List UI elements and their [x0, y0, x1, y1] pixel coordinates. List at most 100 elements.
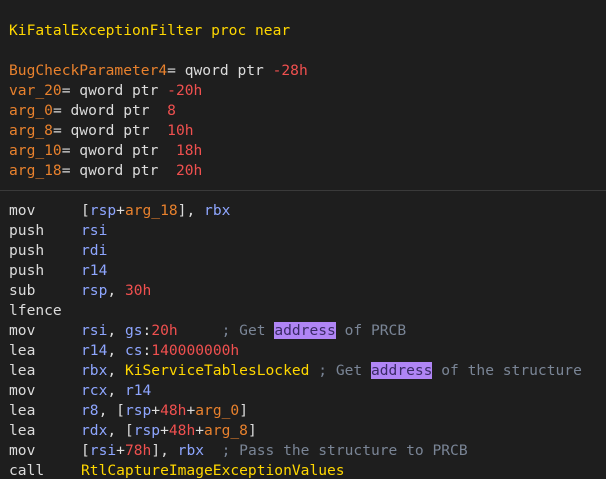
- operand-text: [: [81, 442, 90, 459]
- operand-text: ],: [177, 202, 205, 219]
- proc-header[interactable]: KiFatalExceptionFilter proc near: [9, 21, 290, 41]
- register[interactable]: rbx: [178, 442, 204, 459]
- instruction-line[interactable]: lea r8, [rsp+48h+arg_0]: [9, 401, 248, 421]
- mnemonic: mov: [9, 442, 36, 459]
- disassembly-view: KiFatalExceptionFilter proc near BugChec…: [0, 0, 606, 479]
- operand-text: +: [186, 402, 196, 419]
- variable-offset: 20h: [175, 162, 203, 179]
- variable-offset: -28h: [272, 62, 308, 79]
- register[interactable]: cs: [125, 342, 143, 359]
- variable-name[interactable]: BugCheckParameter4: [9, 62, 167, 79]
- register[interactable]: r14: [81, 342, 107, 359]
- instruction-line[interactable]: push rsi: [9, 221, 107, 241]
- register[interactable]: rsi: [90, 442, 116, 459]
- instruction-line[interactable]: lea r14, cs:140000000h: [9, 341, 239, 361]
- operand-text: ,: [107, 322, 125, 339]
- instruction-line[interactable]: lea rbx, KiServiceTablesLocked ; Get addr…: [9, 361, 582, 381]
- operand-text: ,: [107, 382, 125, 399]
- instruction-line[interactable]: push r14: [9, 261, 107, 281]
- variable-ref[interactable]: arg_18: [125, 202, 178, 219]
- instruction-line[interactable]: sub rsp, 30h: [9, 281, 151, 301]
- number-literal[interactable]: 48h: [160, 402, 186, 419]
- operand-text: :: [142, 342, 152, 359]
- register[interactable]: rbx: [204, 202, 230, 219]
- equals-sign: =: [52, 122, 71, 139]
- register[interactable]: rdi: [81, 242, 107, 259]
- register[interactable]: r14: [125, 382, 151, 399]
- search-highlight: address: [370, 362, 433, 379]
- operand-text: ],: [151, 442, 178, 459]
- operand-text: +: [195, 422, 205, 439]
- operand-text: [204, 442, 222, 459]
- variable-type: qword ptr: [79, 162, 176, 179]
- variable-name[interactable]: arg_0: [9, 102, 53, 119]
- instruction-line[interactable]: mov rcx, r14: [9, 381, 151, 401]
- number-literal[interactable]: 30h: [125, 282, 151, 299]
- number-literal[interactable]: 48h: [169, 422, 195, 439]
- mnemonic: mov: [9, 202, 36, 219]
- operand-text: ,: [107, 282, 125, 299]
- operand-text: , [: [98, 402, 125, 419]
- stack-variable-line: BugCheckParameter4= qword ptr -28h: [9, 61, 308, 81]
- operand-text: ,: [107, 342, 125, 359]
- register[interactable]: rsp: [81, 282, 107, 299]
- equals-sign: =: [167, 62, 185, 79]
- comment: of the structure: [432, 362, 582, 379]
- instruction-line[interactable]: mov rsi, gs:20h ; Get address of PRCB: [9, 321, 406, 341]
- variable-name[interactable]: arg_10: [9, 142, 62, 159]
- register[interactable]: rbx: [81, 362, 107, 379]
- equals-sign: =: [61, 162, 80, 179]
- variable-type: dword ptr: [70, 102, 168, 119]
- variable-type: qword ptr: [184, 62, 273, 79]
- instruction-line[interactable]: mov [rsp+arg_18], rbx: [9, 201, 230, 221]
- register[interactable]: rsp: [134, 422, 160, 439]
- symbol-ref[interactable]: RtlCaptureImageExceptionValues: [81, 462, 345, 479]
- mnemonic: push: [9, 242, 45, 259]
- operand-text: +: [160, 422, 169, 439]
- number-literal[interactable]: 78h: [125, 442, 151, 459]
- stack-variable-line: arg_10= qword ptr 18h: [9, 141, 202, 161]
- operand-text: ,: [107, 362, 125, 379]
- operand-text: , [: [107, 422, 134, 439]
- number-literal[interactable]: 140000000h: [151, 342, 239, 359]
- variable-ref[interactable]: arg_0: [195, 402, 239, 419]
- mnemonic: sub: [9, 282, 36, 299]
- variable-offset: 10h: [167, 122, 194, 139]
- mnemonic: push: [9, 262, 45, 279]
- equals-sign: =: [61, 142, 80, 159]
- register[interactable]: rcx: [81, 382, 107, 399]
- register[interactable]: rsi: [81, 322, 107, 339]
- operand-text: +: [116, 442, 125, 459]
- variable-name[interactable]: arg_8: [9, 122, 53, 139]
- variable-name[interactable]: var_20: [9, 82, 62, 99]
- instruction-line[interactable]: call RtlCaptureImageExceptionValues: [9, 461, 345, 479]
- comment: of PRCB: [335, 322, 407, 339]
- mnemonic: lea: [9, 402, 36, 419]
- operand-text: +: [151, 402, 161, 419]
- register[interactable]: gs: [125, 322, 143, 339]
- operand-text: [: [81, 202, 90, 219]
- mnemonic: lea: [9, 422, 36, 439]
- variable-type: qword ptr: [79, 142, 176, 159]
- register[interactable]: rsp: [90, 202, 116, 219]
- instruction-line[interactable]: mov [rsi+78h], rbx ; Pass the structure t…: [9, 441, 468, 461]
- variable-type: qword ptr: [79, 82, 168, 99]
- section-divider: [0, 190, 606, 191]
- symbol-ref[interactable]: KiServiceTablesLocked: [125, 362, 310, 379]
- operand-text: [178, 322, 222, 339]
- register[interactable]: rsi: [81, 222, 107, 239]
- register[interactable]: r14: [81, 262, 107, 279]
- equals-sign: =: [52, 102, 71, 119]
- register[interactable]: rdx: [81, 422, 107, 439]
- mnemonic: lfence: [9, 302, 62, 319]
- instruction-line[interactable]: lea rdx, [rsp+48h+arg_8]: [9, 421, 257, 441]
- register[interactable]: rsp: [125, 402, 151, 419]
- number-literal[interactable]: 20h: [151, 322, 177, 339]
- mnemonic: mov: [9, 322, 36, 339]
- variable-ref[interactable]: arg_8: [204, 422, 248, 439]
- variable-name[interactable]: arg_18: [9, 162, 62, 179]
- instruction-line[interactable]: push rdi: [9, 241, 107, 261]
- comment: ; Pass the structure to PRCB: [221, 442, 468, 459]
- register[interactable]: r8: [81, 402, 99, 419]
- instruction-line[interactable]: lfence: [9, 301, 81, 321]
